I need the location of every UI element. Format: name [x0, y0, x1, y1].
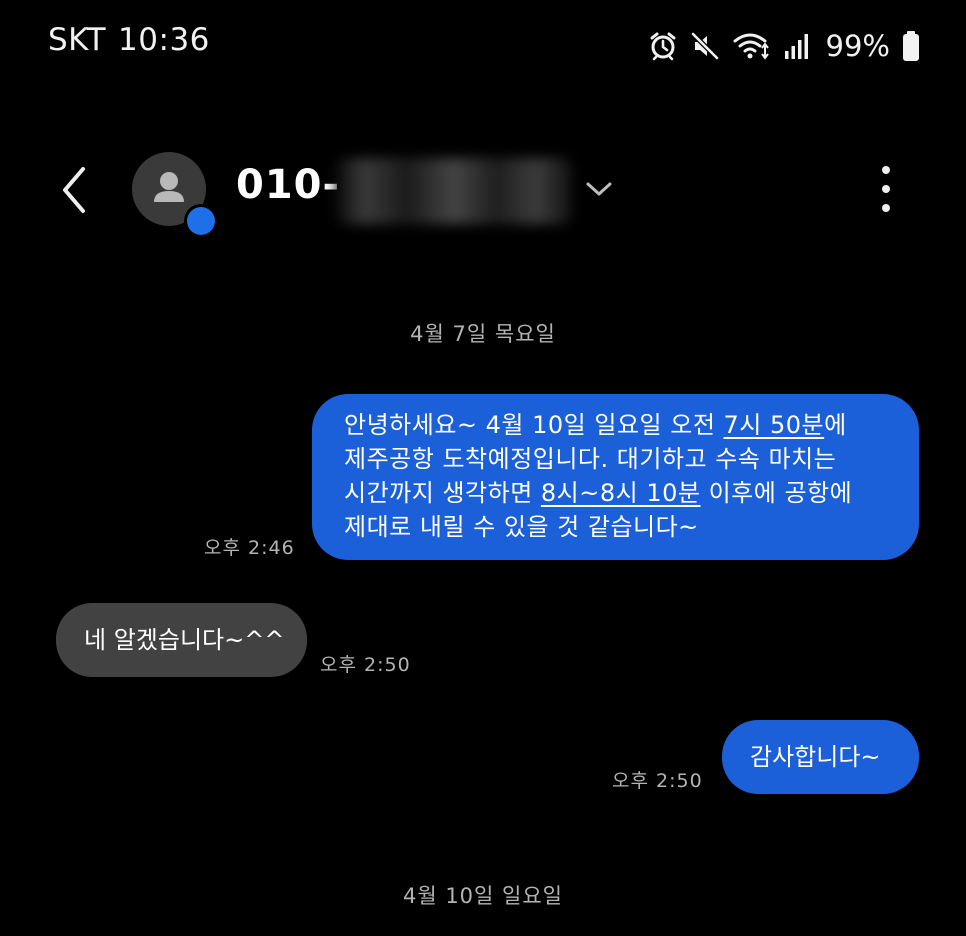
message-time: 오후 2:50: [612, 770, 703, 792]
underlined-time[interactable]: 8시~8시 10분: [541, 479, 701, 507]
underlined-time[interactable]: 7시 50분: [724, 411, 825, 439]
message-line: 시간까지 생각하면 8시~8시 10분 이후에 공항에: [344, 479, 853, 507]
date-separator: 4월 7일 목요일: [410, 322, 556, 346]
battery-icon: [903, 31, 919, 61]
status-icons: 99%: [648, 26, 920, 66]
redacted-number: [336, 158, 572, 224]
message-line: 제대로 내릴 수 있을 것 같습니다~: [344, 513, 699, 541]
status-left: SKT 10:36: [48, 22, 210, 58]
back-icon: [63, 167, 85, 213]
incoming-message[interactable]: 네 알겠습니다~^^: [56, 603, 307, 677]
battery-percent: 99%: [825, 29, 890, 63]
contact-dropdown-button[interactable]: [584, 176, 614, 202]
avatar[interactable]: [132, 152, 218, 238]
message-time: 오후 2:50: [320, 654, 411, 676]
carrier-label: SKT: [48, 22, 107, 58]
chat-bubble-icon: [187, 207, 215, 235]
signal-icon: [784, 34, 808, 59]
contact-number[interactable]: 010-: [236, 162, 340, 208]
message-line: 안녕하세요~ 4월 10일 일요일 오전 7시 50분에: [344, 411, 847, 439]
outgoing-message[interactable]: 감사합니다~: [722, 720, 919, 794]
message-badge: [184, 204, 218, 238]
back-button[interactable]: [52, 162, 96, 218]
conversation-header: 010-: [0, 140, 966, 240]
message-time: 오후 2:46: [204, 537, 295, 559]
alarm-icon: [650, 32, 676, 61]
message-line: 제주공항 도착예정입니다. 대기하고 수속 마치는: [344, 445, 837, 473]
more-vert-icon: [882, 166, 890, 174]
chevron-down-icon: [586, 182, 612, 196]
outgoing-message[interactable]: 안녕하세요~ 4월 10일 일요일 오전 7시 50분에 제주공항 도착예정입니…: [312, 394, 919, 560]
status-bar: SKT 10:36 99%: [0, 0, 966, 92]
date-separator: 4월 10일 일요일: [402, 884, 564, 908]
mute-icon: [690, 32, 719, 60]
wifi-icon: [733, 33, 769, 60]
clock: 10:36: [118, 22, 210, 58]
more-options-button[interactable]: [868, 166, 904, 212]
